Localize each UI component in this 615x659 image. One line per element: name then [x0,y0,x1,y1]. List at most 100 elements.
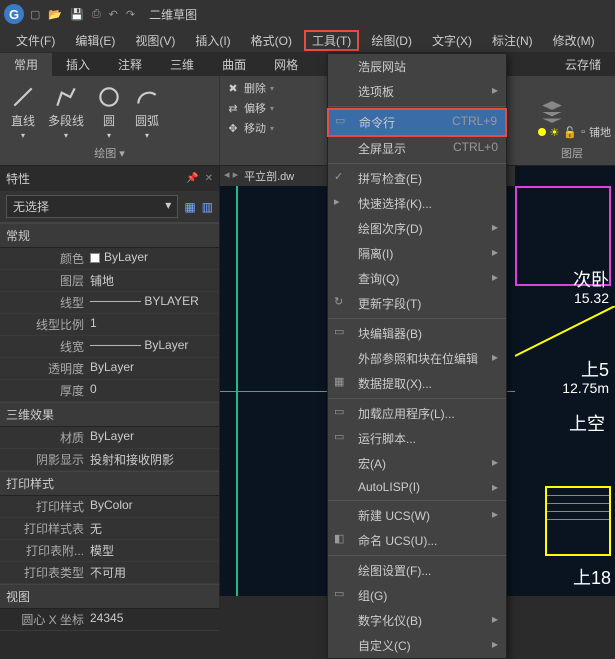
document-title: 二维草图 [149,6,197,23]
menu-7[interactable]: 文字(X) [424,30,480,51]
quick-access-toolbar: ▢ 📂 💾 ⎙ ↶ ↷ [30,8,135,21]
property-section[interactable]: 三维效果 [0,402,219,427]
property-row[interactable]: 材质ByLayer [0,427,219,449]
draw-tool[interactable]: 多段线▾ [44,82,88,142]
menu-item[interactable]: 隔离(I)▸ [328,241,506,266]
menu-item[interactable]: 全屏显示CTRL+0 [328,136,506,161]
layer-color-icon: ▫ [581,126,585,138]
menu-item[interactable]: 外部参照和块在位编辑▸ [328,346,506,371]
property-row[interactable]: 线型────── BYLAYER [0,292,219,314]
property-row[interactable]: 颜色ByLayer [0,248,219,270]
ribbon: 直线▾多段线▾圆▾圆弧▾ 绘图 ▾ ✖删除 ▾ ⇄偏移 ▾ ✥移动 ▾ 图层 [0,76,615,166]
ribbon-tab[interactable]: 三维 [156,53,208,76]
pin-icon[interactable]: 📌 [186,173,198,184]
property-row[interactable]: 打印表附...模型 [0,540,219,562]
room-label: 次卧 [573,266,609,292]
modify-tool[interactable]: ✥移动 ▾ [226,120,323,136]
qat-print-icon[interactable]: ⎙ [92,8,101,21]
ribbon-tab[interactable]: 常用 [0,53,52,76]
menu-3[interactable]: 插入(I) [187,30,238,51]
property-row[interactable]: 打印表类型不可用 [0,562,219,584]
ribbon-tab[interactable]: 曲面 [208,53,260,76]
menu-separator [328,398,506,399]
titlebar: G ▢ 📂 💾 ⎙ ↶ ↷ 二维草图 [0,0,615,28]
menu-separator [328,318,506,319]
quickselect-icon[interactable]: ▦ [184,200,195,214]
stair-label: 上5 [581,356,609,382]
ribbon-tab[interactable]: 网格 [260,53,312,76]
property-row[interactable]: 线宽────── ByLayer [0,336,219,358]
menu-item[interactable]: 绘图设置(F)... [328,558,506,583]
menu-4[interactable]: 格式(O) [243,30,300,51]
menu-item[interactable]: 自定义(C)▸ [328,633,506,658]
drawing-tab[interactable]: 平立剖.dw [244,168,294,184]
menu-item[interactable]: ◧命名 UCS(U)... [328,528,506,553]
draw-tool[interactable]: 圆弧▾ [130,82,164,142]
layer-name: 铺地 [589,124,611,140]
ribbon-tab[interactable]: 注释 [104,53,156,76]
ribbon-panel-label: 图层 [535,143,609,161]
menu-item[interactable]: 数字化仪(B)▸ [328,608,506,633]
ribbon-tab[interactable]: 插入 [52,53,104,76]
menu-1[interactable]: 编辑(E) [67,30,123,51]
property-row[interactable]: 打印样式表无 [0,518,219,540]
property-row[interactable]: 圆心 X 坐标24345 [0,609,219,631]
qat-undo-icon[interactable]: ↶ [109,8,118,21]
menu-0[interactable]: 文件(F) [8,30,63,51]
qat-open-icon[interactable]: 📂 [48,8,62,21]
menu-5[interactable]: 工具(T) [304,30,359,51]
menu-item[interactable]: 浩辰网站 [328,54,506,79]
menubar: 文件(F)编辑(E)视图(V)插入(I)格式(O)工具(T)绘图(D)文字(X)… [0,28,615,52]
menu-item[interactable]: ▭运行脚本... [328,426,506,451]
property-row[interactable]: 打印样式ByColor [0,496,219,518]
menu-item[interactable]: ✓拼写检查(E) [328,166,506,191]
property-section[interactable]: 打印样式 [0,471,219,496]
app-logo: G [4,4,24,24]
property-section[interactable]: 常规 [0,223,219,248]
stair-label: 上18 [573,564,611,590]
pickadd-icon[interactable]: ▥ [202,200,213,214]
menu-item[interactable]: 新建 UCS(W)▸ [328,503,506,528]
menu-item[interactable]: ▦数据提取(X)... [328,371,506,396]
draw-tool[interactable]: 圆▾ [92,82,126,142]
menu-item[interactable]: ▭命令行CTRL+9 [327,108,507,137]
menu-item[interactable]: 查询(Q)▸ [328,266,506,291]
qat-save-icon[interactable]: 💾 [70,8,84,21]
ribbon-panel-label: 绘图 ▾ [6,143,213,161]
menu-separator [328,163,506,164]
property-row[interactable]: 透明度ByLayer [0,358,219,380]
selection-combo[interactable]: 无选择▾ [6,195,178,218]
ribbon-panel-modify: ✖删除 ▾ ⇄偏移 ▾ ✥移动 ▾ [220,76,330,165]
menu-item[interactable]: ▸快速选择(K)... [328,191,506,216]
qat-redo-icon[interactable]: ↷ [126,8,135,21]
layer-status-strip: ☀ 🔓 ▫ 铺地 [538,124,611,140]
menu-item[interactable]: ▭加载应用程序(L)... [328,401,506,426]
modify-tool[interactable]: ✖删除 ▾ [226,80,323,96]
menu-item[interactable]: 绘图次序(D)▸ [328,216,506,241]
properties-panel: 特性 📌✕ 无选择▾ ▦ ▥ 常规颜色ByLayer图层铺地线型────── B… [0,166,220,596]
layer-states-button[interactable] [535,97,569,127]
modify-tool[interactable]: ⇄偏移 ▾ [226,100,323,116]
menu-9[interactable]: 修改(M) [545,30,603,51]
menu-2[interactable]: 视图(V) [127,30,183,51]
close-icon[interactable]: ✕ [205,173,213,184]
menu-separator [328,555,506,556]
menu-item[interactable]: 选项板▸ [328,79,506,104]
menu-item[interactable]: ↻更新字段(T) [328,291,506,316]
cloud-tab[interactable]: 云存储 [551,53,615,76]
stair-outline [545,486,611,556]
draw-tool[interactable]: 直线▾ [6,82,40,142]
menu-item[interactable]: 宏(A)▸ [328,451,506,476]
property-row[interactable]: 阴影显示投射和接收阴影 [0,449,219,471]
property-row[interactable]: 图层铺地 [0,270,219,292]
menu-item[interactable]: ▭块编辑器(B) [328,321,506,346]
property-row[interactable]: 线型比例1 [0,314,219,336]
sun-icon: ☀ [550,126,560,139]
property-section[interactable]: 视图 [0,584,219,609]
menu-item[interactable]: AutoLISP(I)▸ [328,476,506,498]
menu-6[interactable]: 绘图(D) [363,30,420,51]
qat-new-icon[interactable]: ▢ [30,8,40,21]
menu-separator [328,500,506,501]
menu-8[interactable]: 标注(N) [484,30,541,51]
property-row[interactable]: 厚度0 [0,380,219,402]
